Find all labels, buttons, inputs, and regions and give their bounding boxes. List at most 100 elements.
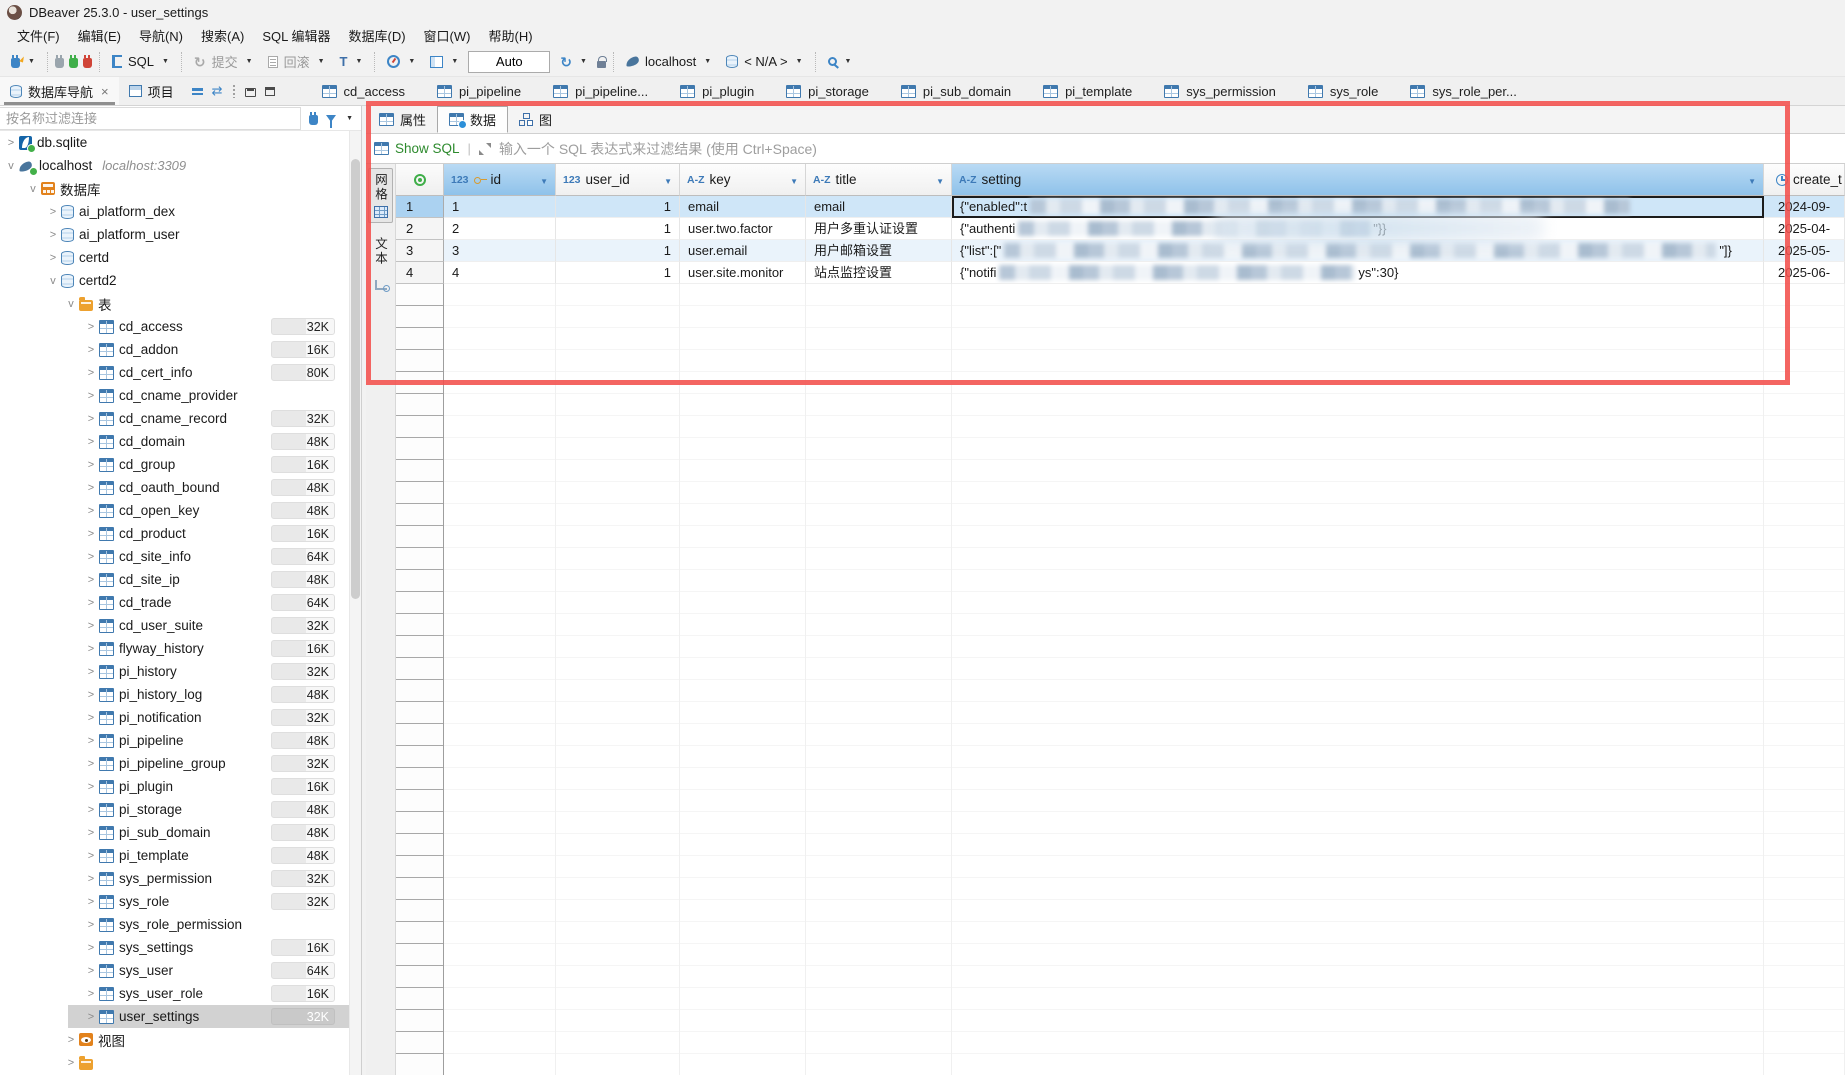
table-row[interactable]: 2 2 1 user.two.factor 用户多重认证设置 {"authent… xyxy=(396,218,1845,240)
abort-connection-icon[interactable] xyxy=(83,58,92,68)
cell-user-id[interactable]: 1 xyxy=(556,240,680,262)
editor-tab[interactable]: pi_plugin xyxy=(665,77,769,106)
tree-item[interactable]: > 视图 xyxy=(0,1028,361,1051)
tree-item[interactable]: > ai_platform_user xyxy=(0,223,361,246)
tree-item[interactable]: > sys_user_role 16K xyxy=(0,982,361,1005)
chevron-icon[interactable]: > xyxy=(84,827,98,839)
chevron-icon[interactable]: > xyxy=(84,712,98,724)
row-number-cell[interactable]: 4 xyxy=(396,262,444,284)
tree-item[interactable]: > cd_open_key 48K xyxy=(0,499,361,522)
cell-id[interactable]: 4 xyxy=(444,262,556,284)
tree-item[interactable]: > db.sqlite xyxy=(0,131,361,154)
menu-item[interactable]: 搜索(A) xyxy=(192,24,253,47)
editor-tab[interactable]: pi_pipeline xyxy=(422,77,536,106)
chevron-icon[interactable]: > xyxy=(84,942,98,954)
chevron-icon[interactable]: > xyxy=(84,321,98,333)
chevron-icon[interactable]: v xyxy=(46,275,60,287)
tree-item[interactable]: > certd xyxy=(0,246,361,269)
refresh-button[interactable]: ↻▼ xyxy=(555,50,592,74)
row-number-cell[interactable]: 2 xyxy=(396,218,444,240)
tree-item[interactable]: > cd_access 32K xyxy=(0,315,361,338)
view-menu-icon[interactable] xyxy=(232,84,236,98)
connection-selector[interactable]: localhost▼ xyxy=(621,50,716,74)
cell-setting[interactable]: {"enabled":t xyxy=(952,196,1764,218)
tree-item[interactable]: > flyway_history 16K xyxy=(0,637,361,660)
chevron-icon[interactable]: > xyxy=(64,1057,78,1069)
commit-button[interactable]: ↻ 提交▼ xyxy=(189,50,258,74)
chevron-icon[interactable]: > xyxy=(84,758,98,770)
tree-item[interactable]: v 数据库 xyxy=(0,177,361,200)
column-dropdown-icon[interactable] xyxy=(658,172,672,187)
tree-item[interactable]: > pi_history_log 48K xyxy=(0,683,361,706)
cell-create-time[interactable]: 2024-09- xyxy=(1764,196,1845,218)
tree-item[interactable]: > sys_role 32K xyxy=(0,890,361,913)
chevron-icon[interactable]: > xyxy=(84,528,98,540)
filter-funnel-icon[interactable] xyxy=(326,115,336,122)
tree-item[interactable]: > sys_settings 16K xyxy=(0,936,361,959)
row-number-cell[interactable]: 1 xyxy=(396,196,444,218)
cell-id[interactable]: 1 xyxy=(444,196,556,218)
column-header[interactable]: A-Z setting xyxy=(952,164,1764,196)
tree-item[interactable]: > cd_cname_record 32K xyxy=(0,407,361,430)
chevron-icon[interactable]: > xyxy=(4,137,18,149)
tree-item[interactable]: > cd_oauth_bound 48K xyxy=(0,476,361,499)
data-transfer-button[interactable]: ▼ xyxy=(425,50,463,74)
disconnect-plug-icon[interactable] xyxy=(55,58,64,68)
chevron-icon[interactable]: > xyxy=(46,229,60,241)
new-connection-button[interactable]: ▼ xyxy=(6,50,40,74)
chevron-icon[interactable]: > xyxy=(46,252,60,264)
menu-item[interactable]: 窗口(W) xyxy=(415,24,480,47)
cell-setting[interactable]: {"authenti"}} xyxy=(952,218,1764,240)
tree-item[interactable]: > cd_product 16K xyxy=(0,522,361,545)
chevron-icon[interactable]: > xyxy=(84,551,98,563)
cell-create-time[interactable]: 2025-05- xyxy=(1764,240,1845,262)
column-dropdown-icon[interactable] xyxy=(1742,172,1756,187)
tree-item[interactable]: > cd_user_suite 32K xyxy=(0,614,361,637)
cell-key[interactable]: user.two.factor xyxy=(680,218,806,240)
cell-title[interactable]: 用户邮箱设置 xyxy=(806,240,952,262)
editor-tab[interactable]: pi_sub_domain xyxy=(886,77,1026,106)
tree-item[interactable]: > sys_user 64K xyxy=(0,959,361,982)
cell-key[interactable]: email xyxy=(680,196,806,218)
show-connected-icon[interactable] xyxy=(309,115,318,125)
cell-user-id[interactable]: 1 xyxy=(556,262,680,284)
commit-mode-input[interactable] xyxy=(468,51,550,73)
tree-item[interactable]: > cd_group 16K xyxy=(0,453,361,476)
tree-item[interactable]: > pi_plugin 16K xyxy=(0,775,361,798)
tree-item[interactable]: > pi_pipeline 48K xyxy=(0,729,361,752)
menu-item[interactable]: 数据库(D) xyxy=(340,24,415,47)
lock-icon[interactable] xyxy=(597,61,606,68)
tree-item[interactable]: > cd_domain 48K xyxy=(0,430,361,453)
show-sql-button[interactable]: Show SQL xyxy=(374,141,460,156)
menu-item[interactable]: 帮助(H) xyxy=(479,24,541,47)
cell-key[interactable]: user.site.monitor xyxy=(680,262,806,284)
cell-key[interactable]: user.email xyxy=(680,240,806,262)
tree-item[interactable]: v 表 xyxy=(0,292,361,315)
subtab-diagram[interactable]: 图 xyxy=(508,106,563,133)
tree-item[interactable]: > pi_notification 32K xyxy=(0,706,361,729)
chevron-icon[interactable]: > xyxy=(84,804,98,816)
tree-item[interactable]: > pi_template 48K xyxy=(0,844,361,867)
tab-database-navigator[interactable]: 数据库导航 × xyxy=(0,77,119,105)
chevron-icon[interactable]: v xyxy=(64,298,78,310)
search-button[interactable]: ▼ xyxy=(823,50,857,74)
chevron-icon[interactable]: > xyxy=(84,390,98,402)
chevron-icon[interactable]: > xyxy=(84,896,98,908)
chevron-icon[interactable]: > xyxy=(84,643,98,655)
expand-filter-icon[interactable] xyxy=(479,143,491,155)
chevron-icon[interactable]: > xyxy=(84,735,98,747)
maximize-icon[interactable] xyxy=(265,87,275,96)
filter-dropdown-icon[interactable]: ▼ xyxy=(346,115,353,122)
tree-item[interactable]: > pi_storage 48K xyxy=(0,798,361,821)
cell-create-time[interactable]: 2025-06- xyxy=(1764,262,1845,284)
sql-filter-input[interactable] xyxy=(499,141,1845,157)
select-all-corner[interactable] xyxy=(396,164,444,196)
tab-projects[interactable]: 项目 xyxy=(119,77,184,105)
table-row[interactable]: 1 1 1 email email {"enabled":t 2024-09- xyxy=(396,196,1845,218)
table-row[interactable]: 3 3 1 user.email 用户邮箱设置 {"list":[""]} 20… xyxy=(396,240,1845,262)
close-icon[interactable]: × xyxy=(101,84,109,99)
tree-item[interactable]: > cd_site_ip 48K xyxy=(0,568,361,591)
gauge-button[interactable]: ▼ xyxy=(382,50,420,74)
chevron-icon[interactable]: > xyxy=(84,459,98,471)
table-row[interactable]: 4 4 1 user.site.monitor 站点监控设置 {"notifiy… xyxy=(396,262,1845,284)
